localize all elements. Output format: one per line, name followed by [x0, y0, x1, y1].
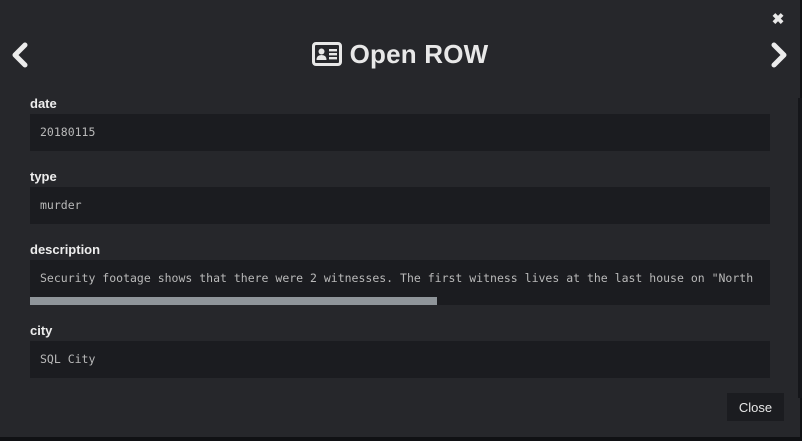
- field-box-date: 20180115: [30, 114, 770, 151]
- field-label-type: type: [30, 169, 57, 184]
- close-button[interactable]: Close: [727, 393, 784, 421]
- row-modal: ✖ Open ROW date 20180115 type murder des…: [0, 0, 800, 437]
- background-edge: [798, 98, 802, 398]
- description-scrollbar[interactable]: [30, 297, 770, 305]
- field-label-city: city: [30, 323, 53, 338]
- field-value-date: 20180115: [40, 125, 96, 139]
- address-card-icon: [311, 42, 342, 66]
- close-icon[interactable]: ✖: [771, 12, 785, 28]
- modal-header: Open ROW: [0, 38, 800, 70]
- modal-title: Open ROW: [349, 38, 489, 69]
- field-box-type: murder: [30, 187, 770, 224]
- field-label-date: date: [30, 96, 57, 111]
- field-value-description: Security footage shows that there were 2…: [40, 271, 754, 285]
- field-box-description: Security footage shows that there were 2…: [30, 260, 770, 305]
- scrollbar-thumb[interactable]: [30, 297, 437, 305]
- field-value-city: SQL City: [40, 352, 96, 366]
- field-label-description: description: [30, 242, 101, 257]
- field-box-city: SQL City: [30, 341, 770, 378]
- field-value-type: murder: [40, 198, 82, 212]
